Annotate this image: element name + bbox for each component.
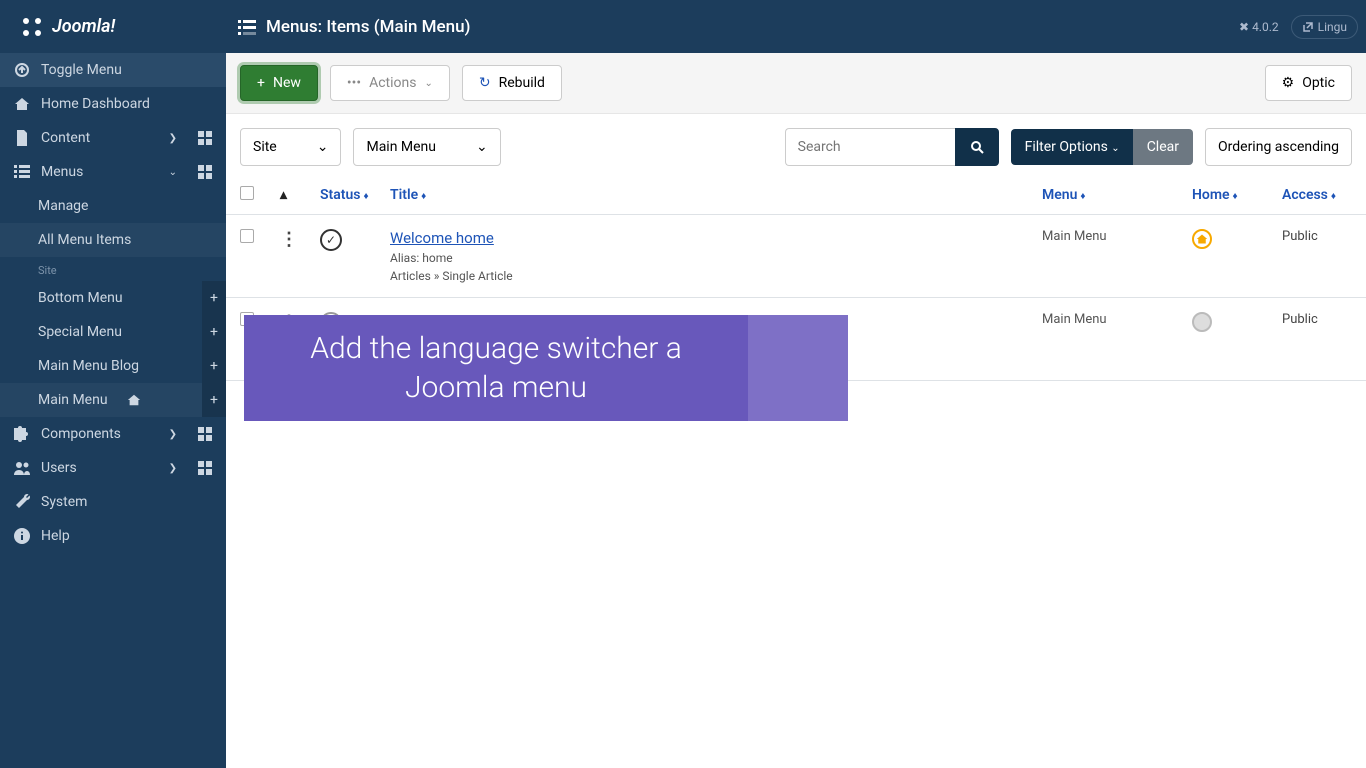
sidebar-components[interactable]: Components ❯: [0, 417, 226, 451]
home-icon: [127, 393, 141, 407]
page-title: Menus: Items (Main Menu): [266, 17, 470, 37]
sidebar-menus[interactable]: Menus ⌄: [0, 155, 226, 189]
banner-text: Add the language switcher a Joomla menu: [244, 315, 748, 421]
version-label: ✖ 4.0.2: [1239, 20, 1279, 34]
page-title-wrap: Menus: Items (Main Menu): [226, 17, 1239, 37]
item-menu: Main Menu: [1042, 312, 1192, 327]
sidebar-system[interactable]: System: [0, 485, 226, 519]
kebab-icon[interactable]: ⋮: [280, 229, 298, 250]
sidebar-menu-main[interactable]: Main Menu +: [0, 383, 226, 417]
sidebar-home[interactable]: Home Dashboard: [0, 87, 226, 121]
sidebar-site-heading: Site: [0, 257, 226, 281]
grid-icon[interactable]: [198, 131, 212, 145]
sort-order-header[interactable]: ▴: [280, 187, 320, 203]
topbar: Joomla! Menus: Items (Main Menu) ✖ 4.0.2…: [0, 0, 1366, 53]
chevron-down-icon: ⌄: [317, 139, 329, 155]
sidebar: Toggle Menu Home Dashboard Content ❯ Men…: [0, 53, 226, 768]
search-input[interactable]: [785, 128, 955, 166]
file-icon: [14, 130, 30, 146]
menu-header[interactable]: Menu♦: [1042, 187, 1192, 203]
chevron-down-icon: ⌄: [476, 139, 488, 155]
home-icon: [14, 96, 30, 112]
toggle-menu[interactable]: Toggle Menu: [0, 53, 226, 87]
plus-icon[interactable]: +: [202, 315, 226, 349]
sidebar-all-items[interactable]: All Menu Items: [0, 223, 226, 257]
plus-icon[interactable]: +: [202, 349, 226, 383]
top-link-button[interactable]: Lingu: [1291, 15, 1358, 39]
home-default-icon[interactable]: [1192, 229, 1212, 249]
item-alias: Alias: home: [390, 251, 1042, 265]
sidebar-menu-bottom[interactable]: Bottom Menu+: [0, 281, 226, 315]
grid-icon[interactable]: [198, 165, 212, 179]
select-all-checkbox[interactable]: [240, 186, 254, 200]
brand-text: Joomla!: [52, 16, 115, 37]
sidebar-manage[interactable]: Manage: [0, 189, 226, 223]
sidebar-menu-blog[interactable]: Main Menu Blog+: [0, 349, 226, 383]
status-header[interactable]: Status♦: [320, 187, 390, 203]
banner-accent: [748, 315, 848, 421]
item-menu: Main Menu: [1042, 229, 1192, 244]
info-icon: [14, 528, 30, 544]
sidebar-users[interactable]: Users ❯: [0, 451, 226, 485]
menu-select[interactable]: Main Menu ⌄: [353, 128, 500, 166]
chevron-right-icon: ❯: [169, 429, 177, 440]
search-button[interactable]: [955, 128, 999, 166]
rebuild-button[interactable]: ↻ Rebuild: [462, 65, 562, 101]
refresh-icon: ↻: [479, 75, 491, 91]
filter-options-button[interactable]: Filter Options ⌄: [1011, 129, 1134, 165]
home-off-icon[interactable]: [1192, 312, 1212, 332]
item-title-link[interactable]: Welcome home: [390, 229, 1042, 247]
wrench-icon: [14, 494, 30, 510]
title-header[interactable]: Title♦: [390, 187, 1042, 203]
item-access: Public: [1282, 229, 1352, 244]
plus-icon[interactable]: +: [202, 281, 226, 315]
toggle-icon: [14, 62, 30, 78]
brand-logo[interactable]: Joomla!: [0, 15, 226, 39]
item-type: Articles » Single Article: [390, 269, 1042, 283]
row-checkbox[interactable]: [240, 229, 254, 243]
grid-icon[interactable]: [198, 461, 212, 475]
toolbar: + New ••• Actions ⌄ ↻ Rebuild ⚙ Optic: [226, 53, 1366, 114]
ellipsis-icon: •••: [347, 75, 361, 91]
plus-icon[interactable]: +: [202, 383, 226, 417]
gear-icon: ⚙: [1282, 75, 1295, 91]
chevron-right-icon: ❯: [169, 133, 177, 144]
home-header[interactable]: Home♦: [1192, 187, 1282, 203]
actions-button[interactable]: ••• Actions ⌄: [330, 65, 450, 101]
site-select[interactable]: Site ⌄: [240, 128, 341, 166]
access-header[interactable]: Access♦: [1282, 187, 1352, 203]
puzzle-icon: [14, 426, 30, 442]
status-published-icon[interactable]: ✓: [320, 229, 342, 251]
list-icon: [14, 164, 30, 180]
joomla-icon: [20, 15, 44, 39]
chevron-down-icon: ⌄: [169, 167, 177, 178]
chevron-down-icon: ⌄: [1111, 143, 1119, 154]
grid-icon[interactable]: [198, 427, 212, 441]
main-content: + New ••• Actions ⌄ ↻ Rebuild ⚙ Optic Si…: [226, 53, 1366, 768]
tutorial-banner: Add the language switcher a Joomla menu: [244, 315, 848, 421]
clear-button[interactable]: Clear: [1133, 129, 1193, 165]
options-button[interactable]: ⚙ Optic: [1265, 65, 1352, 101]
sidebar-content[interactable]: Content ❯: [0, 121, 226, 155]
filters-bar: Site ⌄ Main Menu ⌄ Filter Options ⌄ Clea…: [226, 114, 1366, 176]
list-icon: [238, 18, 256, 36]
new-button[interactable]: + New: [240, 65, 318, 101]
plus-icon: +: [257, 75, 265, 91]
search-wrap: [785, 128, 999, 166]
top-right: ✖ 4.0.2 Lingu: [1239, 15, 1366, 39]
chevron-down-icon: ⌄: [424, 78, 432, 89]
sidebar-help[interactable]: Help: [0, 519, 226, 553]
item-access: Public: [1282, 312, 1352, 327]
users-icon: [14, 460, 30, 476]
chevron-right-icon: ❯: [169, 463, 177, 474]
ordering-select[interactable]: Ordering ascending: [1205, 128, 1352, 166]
table-header: ▴ Status♦ Title♦ Menu♦ Home♦ Access♦: [226, 176, 1366, 215]
table-row: ⋮ ✓ Welcome home Alias: home Articles » …: [226, 215, 1366, 298]
sidebar-menu-special[interactable]: Special Menu+: [0, 315, 226, 349]
